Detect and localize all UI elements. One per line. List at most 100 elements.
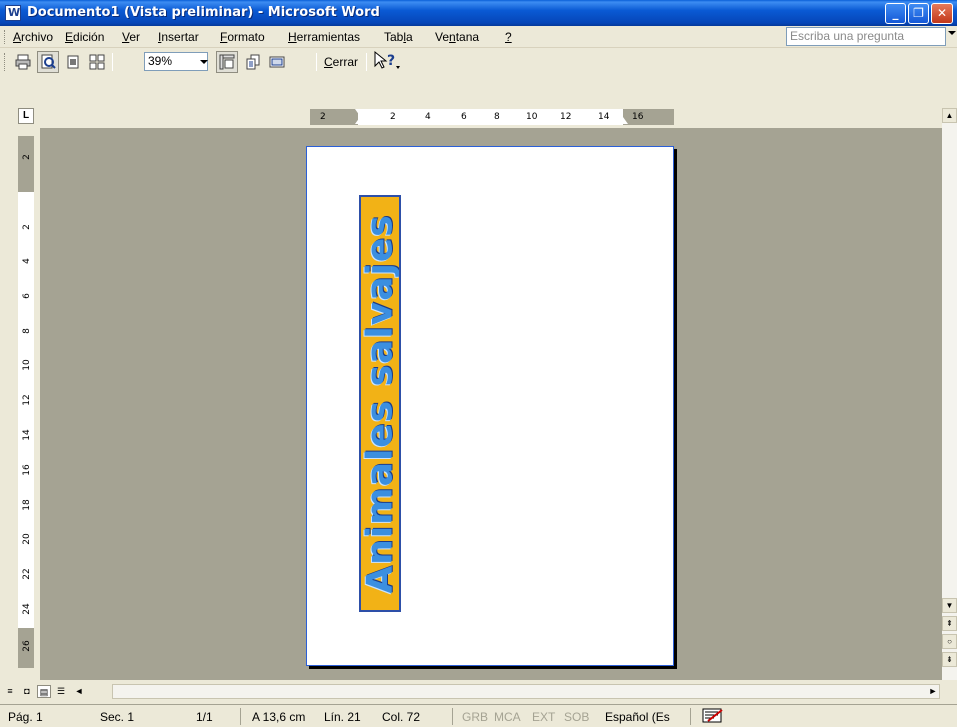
multiple-pages-icon[interactable] [86,51,108,73]
status-overtype[interactable]: SOB [564,710,589,724]
ask-question-input[interactable]: Escriba una pregunta [786,27,946,46]
zoom-dropdown-arrow-icon[interactable] [200,60,208,64]
scroll-right-arrow-icon[interactable]: ► [926,685,940,698]
print-preview-toolbar: 39% Cerrar ? [0,48,957,100]
ask-dropdown-arrow-icon[interactable] [948,31,956,35]
ruler-number: 12 [22,394,32,406]
ruler-number: 14 [598,112,610,122]
wordart-text: Animales salvajes [359,213,401,594]
svg-text:?: ? [387,53,395,69]
menu-edicion[interactable]: Edición [65,30,104,44]
window-title: Documento1 (Vista preliminar) - Microsof… [27,5,380,20]
status-record-macro[interactable]: GRB [462,710,488,724]
scroll-up-arrow-icon[interactable]: ▲ [942,108,957,123]
ruler-number: 16 [632,112,644,122]
hanging-indent-marker[interactable] [355,117,365,124]
toolbar-separator-2 [316,53,317,71]
document-page[interactable]: Animales salvajes [306,146,674,666]
menu-formato[interactable]: Formato [220,30,265,44]
status-track-changes[interactable]: MCA [494,710,521,724]
ruler-number: 26 [22,640,32,652]
status-separator [690,708,691,725]
horizontal-scrollbar[interactable] [112,684,940,699]
ruler-right-margin [623,109,674,125]
spelling-check-icon[interactable] [702,708,724,727]
close-preview-button[interactable]: Cerrar [324,55,358,69]
menu-herramientas[interactable]: Herramientas [288,30,360,44]
preview-workspace[interactable]: Animales salvajes [40,128,942,680]
ruler-top-margin [18,136,34,192]
word-app-icon[interactable] [5,5,21,21]
status-pages: 1/1 [196,710,213,724]
select-browse-object-icon[interactable]: ○ [942,634,957,649]
menu-tabla[interactable]: Tabla [384,30,413,44]
ruler-number: 8 [22,328,32,334]
menu-grip[interactable] [4,30,7,44]
ruler-number: 24 [22,603,32,615]
status-page: Pág. 1 [8,710,43,724]
status-line: Lín. 21 [324,710,361,724]
ruler-number: 10 [22,359,32,371]
ruler-number: 4 [425,112,431,122]
horizontal-scroll-area: ≡ ◘ ▤ ☰ ◄ ► [0,683,942,700]
menu-insertar[interactable]: Insertar [158,30,199,44]
status-language[interactable]: Español (Es [605,710,670,724]
print-icon[interactable] [12,51,34,73]
ruler-number: 2 [22,224,32,230]
print-layout-icon[interactable]: ▤ [37,685,51,698]
ruler-left-margin [310,109,358,125]
ruler-number: 6 [22,293,32,299]
previous-page-icon[interactable]: ⇞ [942,616,957,631]
menu-ayuda[interactable]: ? [505,30,512,44]
ruler-number: 14 [22,429,32,441]
ruler-number: 12 [560,112,572,122]
one-page-icon[interactable] [62,51,84,73]
ruler-number: 2 [22,154,32,160]
vertical-scrollbar[interactable]: ▲ ▼ ⇞ ○ ⇟ [942,108,957,680]
status-separator [452,708,453,725]
toolbar-separator [112,53,113,71]
view-ruler-icon[interactable] [216,51,238,73]
wordart-object[interactable]: Animales salvajes [359,195,401,612]
word-window: Documento1 (Vista preliminar) - Microsof… [0,0,957,727]
ruler-number: 16 [22,464,32,476]
ruler-number: 4 [22,258,32,264]
toolbar-grip[interactable] [4,53,7,71]
menu-ventana[interactable]: Ventana [435,30,479,44]
normal-view-icon[interactable]: ≡ [3,685,17,698]
shrink-to-fit-icon[interactable] [242,51,264,73]
full-screen-icon[interactable] [266,51,288,73]
zoom-combo[interactable]: 39% [144,52,208,71]
scroll-down-arrow-icon[interactable]: ▼ [942,598,957,613]
ruler-number: 8 [494,112,500,122]
web-layout-icon[interactable]: ◘ [20,685,34,698]
toolbar-strip: 39% Cerrar ? [0,48,957,74]
close-window-button[interactable]: ✕ [931,3,953,24]
outline-view-icon[interactable]: ☰ [54,685,68,698]
scroll-left-arrow-icon[interactable]: ◄ [72,685,86,698]
next-page-icon[interactable]: ⇟ [942,652,957,667]
menu-archivo[interactable]: Archivo [13,30,53,44]
ruler-number: 2 [320,112,326,122]
toolbar-separator-3 [366,53,367,71]
magnifier-icon[interactable] [37,51,59,73]
vertical-ruler[interactable]: 2 2 4 6 8 10 12 14 16 18 20 22 24 26 [18,136,34,668]
minimize-button[interactable]: _ [885,3,906,24]
context-help-icon[interactable]: ? [373,50,401,75]
ruler-number: 2 [390,112,396,122]
status-extend-selection[interactable]: EXT [532,710,555,724]
ruler-number: 10 [526,112,538,122]
menu-bar: Archivo Edición Ver Insertar Formato Her… [0,26,957,48]
first-line-indent-marker[interactable] [355,109,365,116]
menu-ver[interactable]: Ver [122,30,140,44]
horizontal-ruler[interactable]: 2 2 4 6 8 10 12 14 16 [310,109,674,125]
ruler-number: 18 [22,499,32,511]
status-section: Sec. 1 [100,710,135,724]
status-column: Col. 72 [382,710,421,724]
restore-button[interactable]: ❐ [908,3,929,24]
right-indent-marker[interactable] [618,117,628,124]
title-bar[interactable]: Documento1 (Vista preliminar) - Microsof… [0,0,957,26]
ruler-number: 20 [22,533,32,545]
tab-selector[interactable]: L [18,108,34,124]
status-bar: Pág. 1 Sec. 1 1/1 A 13,6 cm Lín. 21 Col.… [0,704,957,727]
